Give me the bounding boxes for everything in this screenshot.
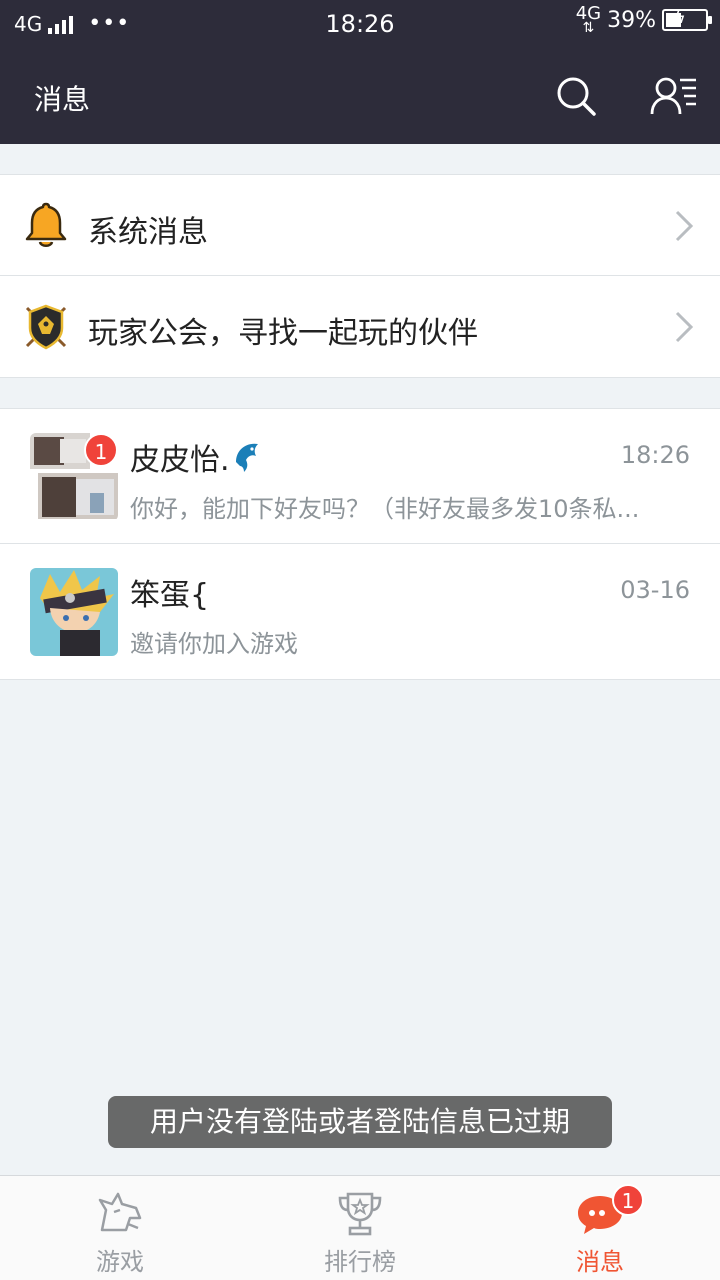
system-messages-row[interactable]: 系统消息	[0, 174, 720, 276]
dolphin-icon	[235, 443, 258, 472]
conversation-name-wrap: 笨蛋{	[130, 570, 209, 614]
charging-icon: ϟ	[674, 7, 686, 28]
tab-games[interactable]: 游戏	[0, 1176, 240, 1280]
system-messages-label: 系统消息	[88, 215, 208, 250]
tab-unread-badge: 1	[612, 1184, 644, 1216]
tab-leaderboard[interactable]: 排行榜	[240, 1176, 480, 1280]
chevron-right-icon	[675, 210, 694, 242]
tab-label: 排行榜	[324, 1248, 396, 1276]
conversation-preview: 邀请你加入游戏	[130, 630, 298, 658]
chevron-right-icon	[675, 311, 694, 343]
toast-message: 用户没有登陆或者登陆信息已过期	[108, 1096, 612, 1148]
conversation-name: 皮皮怡.	[130, 443, 230, 478]
bell-icon	[25, 202, 67, 247]
conversation-preview: 你好，能加下好友吗？（非好友最多发10条私...	[130, 495, 640, 523]
status-right: 4G ⇅ 39% ϟ	[576, 5, 712, 36]
battery-icon: ϟ	[662, 7, 712, 31]
page-title: 消息	[34, 83, 91, 116]
guild-label: 玩家公会，寻找一起玩的伙伴	[88, 316, 478, 351]
conversation-name: 笨蛋{	[130, 578, 210, 613]
search-icon[interactable]	[554, 74, 598, 118]
tab-label: 游戏	[96, 1248, 144, 1276]
network-type-right: 4G ⇅	[576, 5, 601, 36]
wolf-head-icon	[98, 1192, 142, 1232]
conversation-time: 18:26	[620, 441, 690, 469]
conversation-item[interactable]: 笨蛋{ 03-16 邀请你加入游戏	[0, 544, 720, 680]
conversation-item[interactable]: 1 皮皮怡. 18:26 你好，能加下好友吗？（非好友最多发10条私...	[0, 408, 720, 544]
bottom-tab-bar: 游戏 排行榜 1 消息	[0, 1175, 720, 1280]
battery-percent: 39%	[607, 7, 656, 33]
status-bar: 4G ••• 18:26 4G ⇅ 39% ϟ	[0, 0, 720, 50]
avatar	[30, 568, 118, 656]
tab-messages[interactable]: 1 消息	[480, 1176, 720, 1280]
conversation-time: 03-16	[620, 576, 690, 604]
top-bar: 4G ••• 18:26 4G ⇅ 39% ϟ 消息	[0, 0, 720, 144]
unread-badge: 1	[84, 433, 118, 467]
guild-shield-icon	[25, 304, 67, 350]
tab-label: 消息	[576, 1248, 624, 1276]
conversation-name-wrap: 皮皮怡.	[130, 435, 262, 479]
trophy-icon	[338, 1192, 382, 1236]
contacts-icon[interactable]	[650, 74, 698, 118]
avatar-image	[30, 568, 118, 656]
guild-row[interactable]: 玩家公会，寻找一起玩的伙伴	[0, 276, 720, 378]
